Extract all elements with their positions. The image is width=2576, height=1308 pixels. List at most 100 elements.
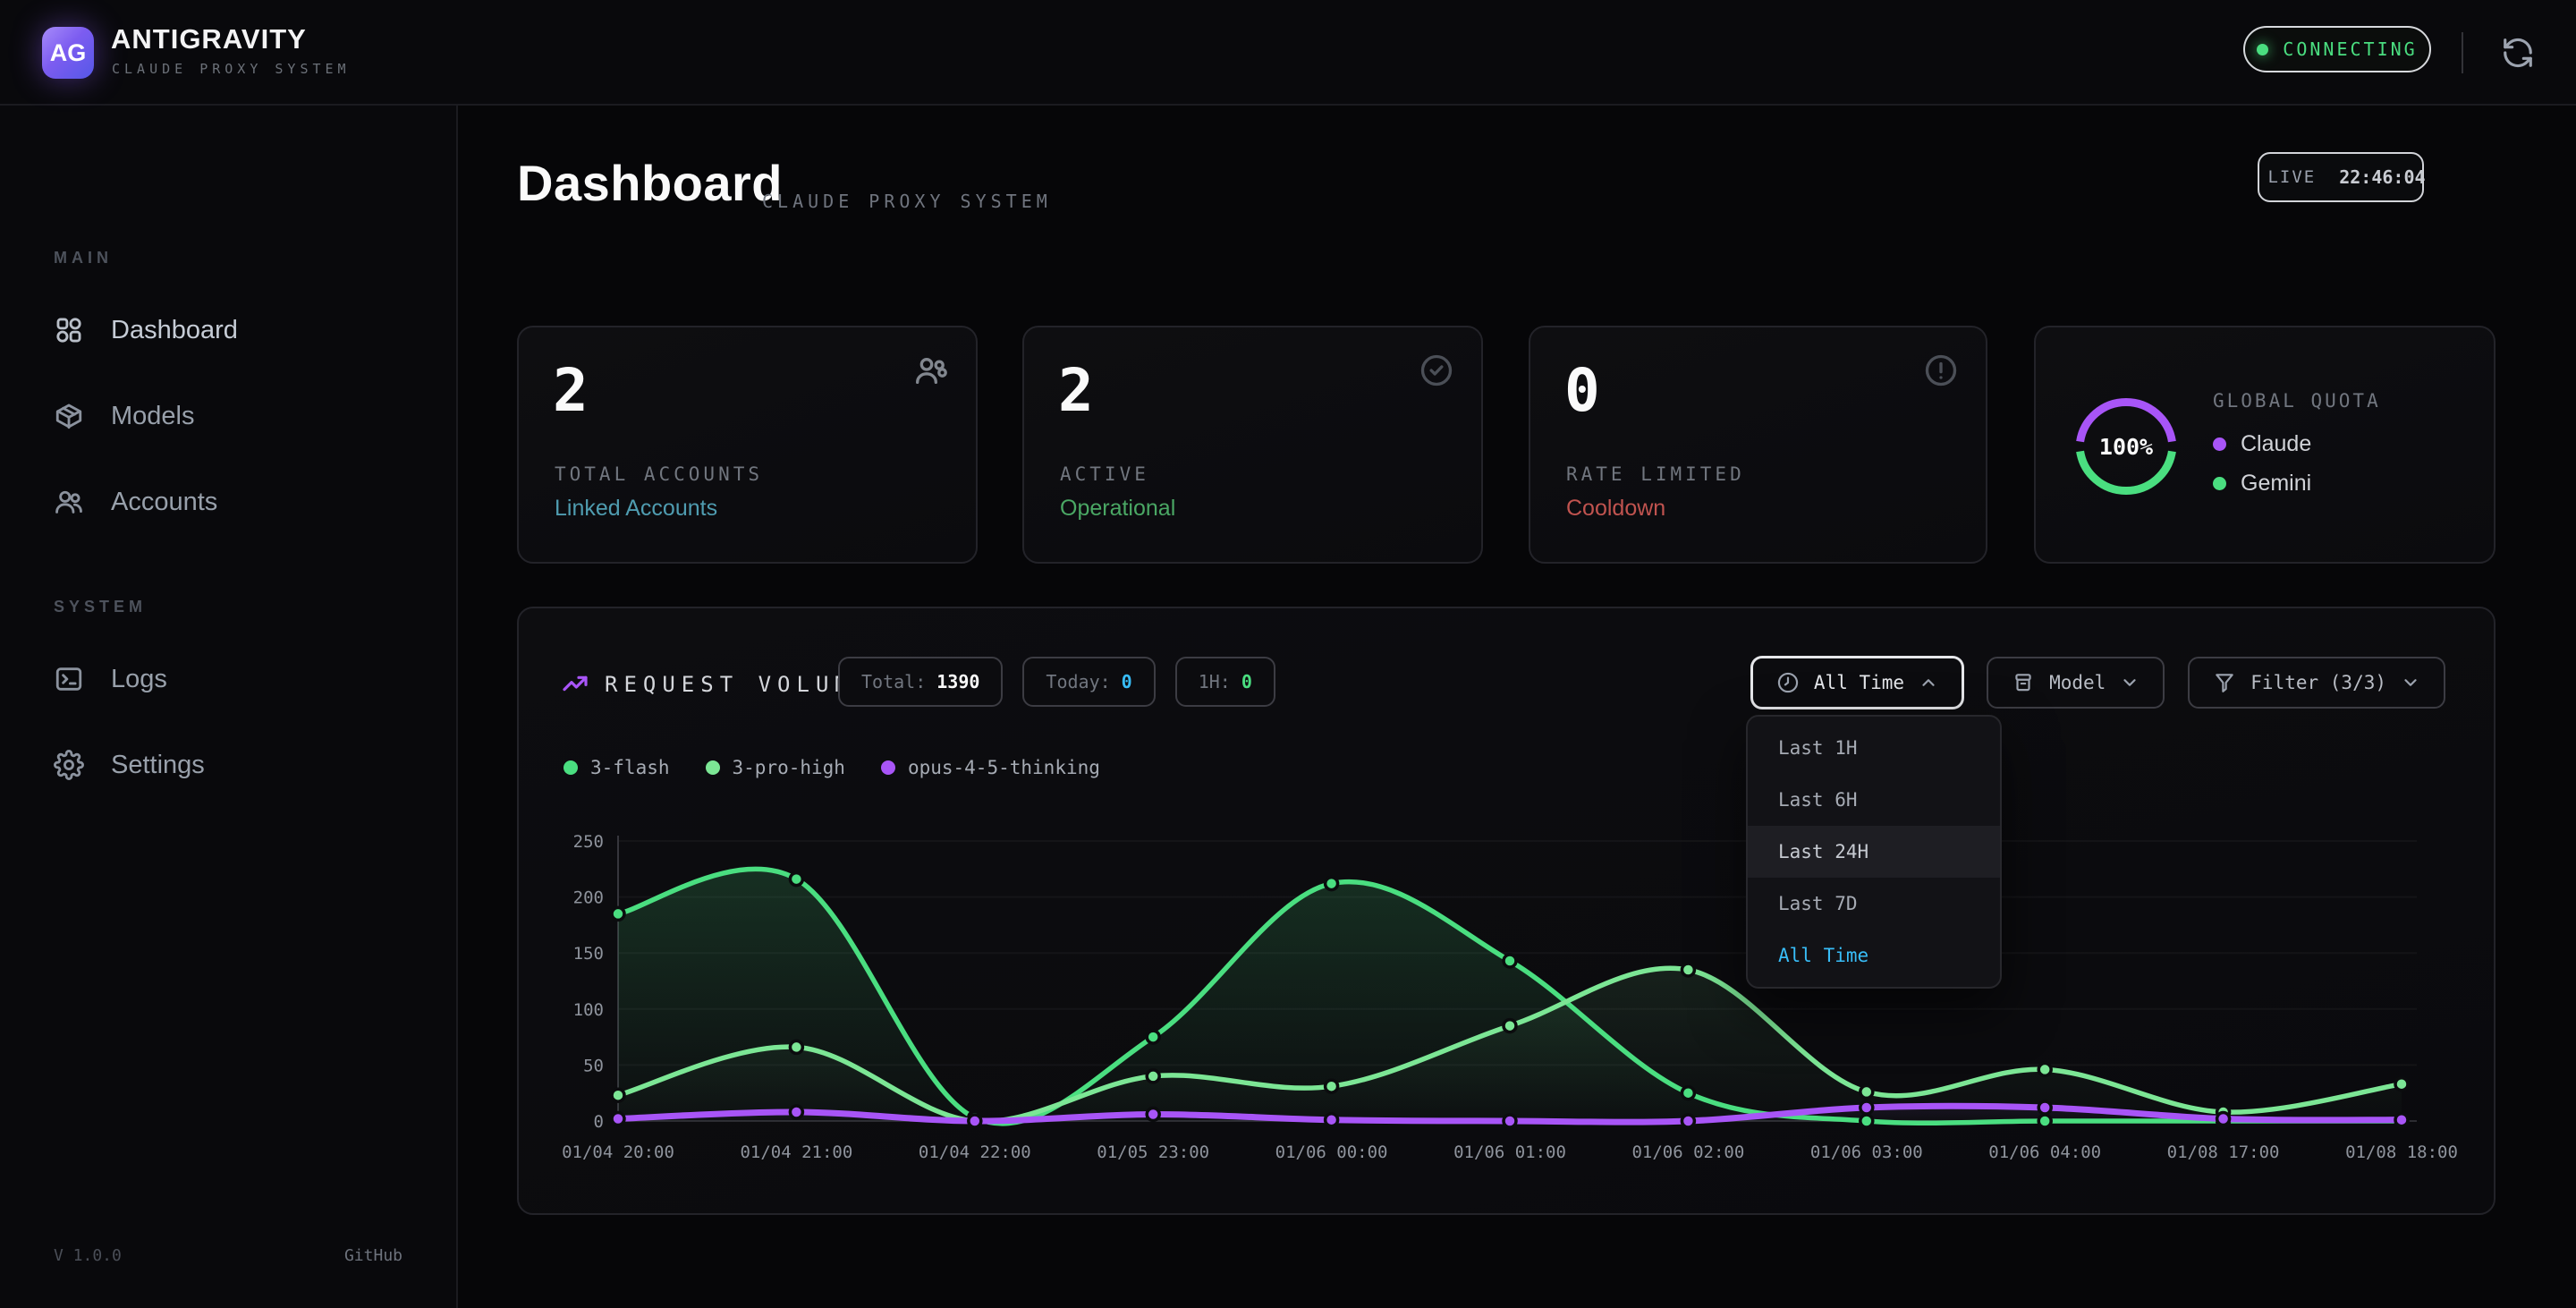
users-icon [913,352,949,388]
quota-legend-label: Gemini [2241,471,2311,497]
page-subtitle: CLAUDE PROXY SYSTEM [762,191,1052,212]
svg-text:01/06 00:00: 01/06 00:00 [1275,1142,1388,1162]
dropdown-item-last-1h[interactable]: Last 1H [1748,722,2000,774]
sidebar-item-label: Models [111,402,195,431]
sidebar-item-models[interactable]: Models [54,390,411,442]
sidebar-item-logs[interactable]: Logs [54,653,411,705]
page-title: Dashboard [517,154,783,212]
stat-card-active: 2 ACTIVE Operational [1022,326,1483,564]
sidebar-item-label: Settings [111,751,205,780]
svg-text:01/08 18:00: 01/08 18:00 [2345,1142,2458,1162]
refresh-icon [2501,36,2535,70]
legend-dot [706,760,720,775]
svg-text:200: 200 [573,888,604,908]
model-filter-button[interactable]: Model [1987,657,2165,709]
sidebar-item-label: Logs [111,665,167,694]
legend-item-3-pro-high: 3-pro-high [706,757,845,778]
stat-value: 2 [1058,361,1094,420]
sidebar-item-label: Accounts [111,488,217,517]
hour-requests-badge: 1H: 0 [1175,657,1275,707]
stat-card-total-accounts: 2 TOTAL ACCOUNTS Linked Accounts [517,326,978,564]
svg-text:01/06 02:00: 01/06 02:00 [1631,1142,1744,1162]
badge-label: Total: [861,671,926,692]
quota-percent: 100% [2070,390,2182,503]
svg-text:50: 50 [583,1056,604,1075]
sidebar: MAIN Dashboard Models Accounts SYSTEM [0,106,458,1308]
sidebar-item-settings[interactable]: Settings [54,739,411,791]
terminal-icon [54,664,84,694]
time-range-button[interactable]: All Time [1751,657,1963,709]
quota-legend-label: Claude [2241,431,2311,457]
chart-stat-badges: Total: 1390 Today: 0 1H: 0 [838,657,1275,707]
cube-icon [54,401,84,431]
connection-status-label: CONNECTING [2283,38,2417,60]
stat-value: 2 [553,361,589,420]
dropdown-item-last-7d[interactable]: Last 7D [1748,878,2000,930]
brand-subtitle: CLAUDE PROXY SYSTEM [112,61,351,77]
badge-label: Today: [1046,671,1110,692]
sidebar-item-label: Dashboard [111,316,238,345]
sidebar-item-dashboard[interactable]: Dashboard [54,304,411,356]
legend-label: 3-flash [590,757,670,778]
refresh-button[interactable] [2496,30,2540,75]
chart-controls: All Time Model Filter (3/3) [1751,657,2445,709]
dropdown-item-all-time[interactable]: All Time [1748,930,2000,981]
volume-chart-area: 05010015020025001/04 20:0001/04 21:0001/… [530,823,2479,1190]
quota-label: GLOBAL QUOTA [2213,390,2381,412]
svg-text:01/06 03:00: 01/06 03:00 [1810,1142,1923,1162]
svg-text:250: 250 [573,832,604,852]
svg-text:01/06 01:00: 01/06 01:00 [1453,1142,1566,1162]
github-link[interactable]: GitHub [344,1246,402,1265]
legend-dot [881,760,895,775]
request-volume-panel: REQUEST VOLUME Total: 1390 Today: 0 1H: … [517,607,2496,1215]
app-header: AG ANTIGRAVITY CLAUDE PROXY SYSTEM CONNE… [0,0,2576,106]
stat-sub: Cooldown [1566,496,1665,522]
filter-button[interactable]: Filter (3/3) [2188,657,2445,709]
filter-label: Filter (3/3) [2250,672,2386,693]
connection-status-dot [2257,44,2268,55]
chevron-down-icon [2401,673,2420,692]
stat-label: TOTAL ACCOUNTS [555,463,763,485]
quota-legend-claude: Claude [2213,431,2311,457]
volume-chart: 05010015020025001/04 20:0001/04 21:0001/… [530,823,2479,1190]
legend-label: 3-pro-high [733,757,845,778]
legend-item-opus: opus-4-5-thinking [881,757,1100,778]
badge-label: 1H: [1199,671,1231,692]
check-circle-icon [1419,352,1454,388]
badge-value: 1390 [936,671,979,692]
grid-icon [54,315,84,345]
gear-icon [54,750,84,780]
live-status-badge: LIVE 22:46:04 [2258,152,2424,202]
legend-item-3-flash: 3-flash [564,757,670,778]
svg-text:01/06 04:00: 01/06 04:00 [1988,1142,2101,1162]
dropdown-item-last-6h[interactable]: Last 6H [1748,774,2000,826]
trending-up-icon [561,669,589,698]
time-range-label: All Time [1814,672,1904,693]
badge-value: 0 [1122,671,1132,692]
svg-text:01/08 17:00: 01/08 17:00 [2167,1142,2280,1162]
stat-label: ACTIVE [1060,463,1149,485]
stat-card-global-quota: 100% GLOBAL QUOTA Claude Gemini [2034,326,2496,564]
live-label: LIVE [2267,167,2316,187]
users-icon [54,487,84,517]
today-requests-badge: Today: 0 [1022,657,1155,707]
dropdown-item-last-24h[interactable]: Last 24H [1748,826,2000,878]
svg-text:0: 0 [594,1112,604,1132]
svg-text:01/04 21:00: 01/04 21:00 [740,1142,852,1162]
funnel-icon [2213,671,2236,694]
stat-sub: Operational [1060,496,1175,522]
clock-icon [1776,671,1800,694]
chart-title: REQUEST VOLUME [605,672,873,697]
connection-status-badge: CONNECTING [2243,26,2431,72]
sidebar-section-main: MAIN [54,249,113,268]
model-filter-label: Model [2049,672,2106,693]
svg-text:01/04 22:00: 01/04 22:00 [919,1142,1031,1162]
total-requests-badge: Total: 1390 [838,657,1003,707]
badge-value: 0 [1241,671,1252,692]
archive-icon [2012,671,2035,694]
legend-label: opus-4-5-thinking [908,757,1100,778]
sidebar-item-accounts[interactable]: Accounts [54,476,411,528]
chart-legend: 3-flash 3-pro-high opus-4-5-thinking [564,757,1100,778]
sidebar-section-system: SYSTEM [54,598,147,616]
legend-dot [564,760,578,775]
